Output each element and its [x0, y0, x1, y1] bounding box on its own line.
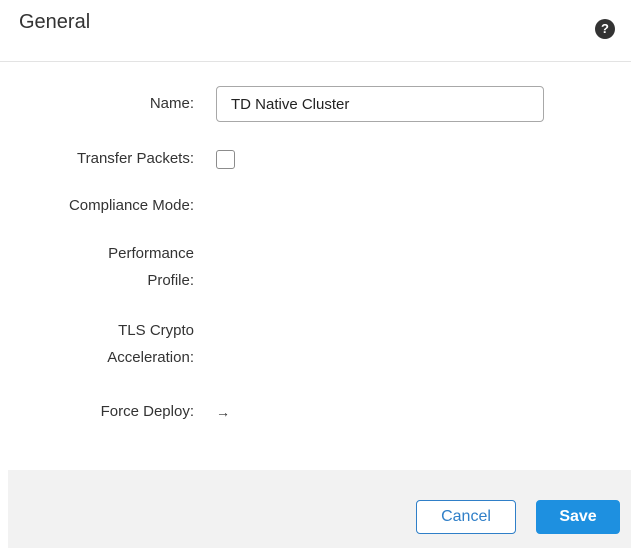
name-input[interactable]: [216, 86, 544, 122]
tls-crypto-label-line1: TLS Crypto: [118, 322, 194, 339]
general-dialog: General ? Name: Transfer Packets: Compli…: [0, 0, 631, 548]
save-button[interactable]: Save: [536, 500, 620, 534]
dialog-footer: Cancel Save: [8, 470, 631, 548]
tls-crypto-label-line2: Acceleration:: [107, 349, 194, 366]
transfer-packets-label: Transfer Packets:: [77, 150, 194, 167]
force-deploy-label: Force Deploy:: [100, 403, 194, 420]
performance-profile-label-line2: Profile:: [147, 272, 194, 289]
cancel-button[interactable]: Cancel: [416, 500, 516, 534]
performance-profile-label-line1: Performance: [108, 245, 194, 262]
help-icon[interactable]: ?: [595, 19, 615, 39]
general-form: Name: Transfer Packets: Compliance Mode:…: [0, 62, 631, 470]
name-label: Name:: [149, 95, 194, 112]
dialog-title: General: [19, 11, 91, 33]
dialog-header: General ?: [0, 0, 631, 62]
arrow-right-icon[interactable]: →: [216, 400, 230, 424]
transfer-packets-checkbox[interactable]: [216, 150, 235, 169]
compliance-mode-label: Compliance Mode:: [68, 197, 194, 214]
